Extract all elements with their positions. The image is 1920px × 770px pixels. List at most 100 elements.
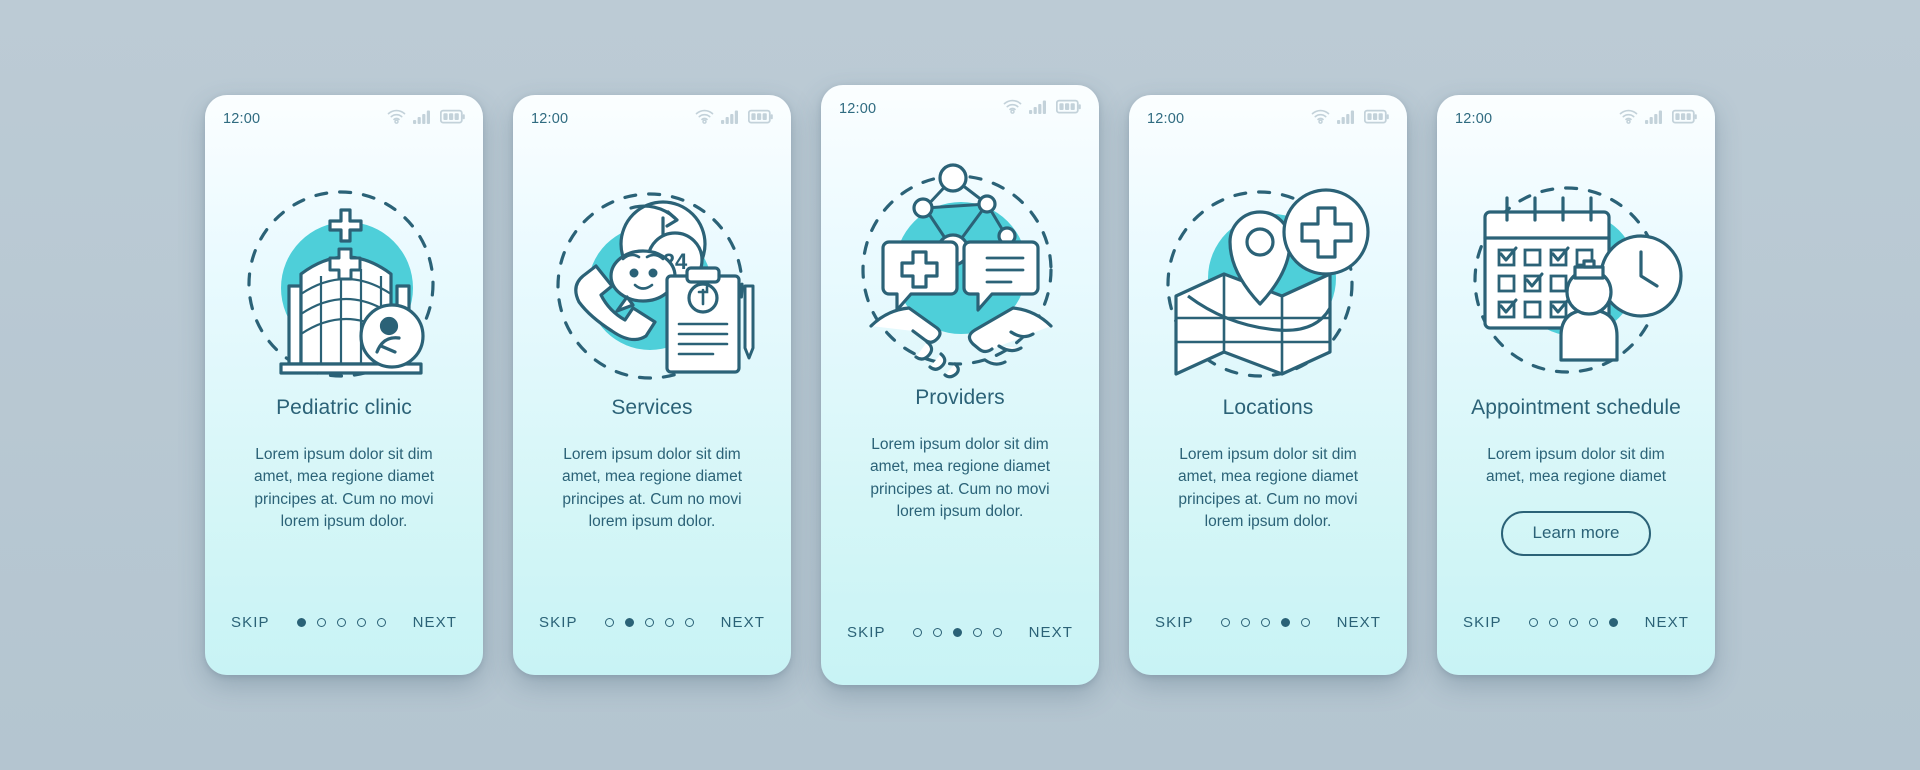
- status-clock: 12:00: [531, 111, 569, 127]
- pagination-dot[interactable]: [624, 618, 634, 627]
- pagination-dot[interactable]: [1588, 618, 1598, 627]
- pagination-dot[interactable]: [1608, 618, 1618, 627]
- wifi-icon: [387, 109, 406, 129]
- status-system-icons: [1003, 99, 1081, 119]
- signal-bars-icon: [721, 109, 741, 129]
- screen-footer: SKIP NEXT: [205, 614, 483, 631]
- onboarding-screen-providers: 12:00 Providers Lorem ipsum dolor sit di…: [821, 85, 1099, 685]
- screen-footer: SKIP NEXT: [1129, 614, 1407, 631]
- screen-title: Locations: [1222, 396, 1314, 419]
- pagination-dot[interactable]: [376, 618, 386, 627]
- status-system-icons: [1619, 109, 1697, 129]
- learn-more-button[interactable]: Learn more: [1500, 510, 1652, 556]
- status-bar: 12:00: [821, 85, 1099, 133]
- pagination-dot[interactable]: [1300, 618, 1310, 627]
- pagination-dot[interactable]: [1548, 618, 1558, 627]
- screen-footer: SKIP NEXT: [1437, 614, 1715, 631]
- onboarding-screen-services: 12:00 24 Services Lorem ipsum dolor sit …: [513, 95, 791, 675]
- wifi-icon: [695, 109, 714, 129]
- status-bar: 12:00: [1129, 95, 1407, 143]
- onboarding-screen-pediatric-clinic: 12:00 Pediatric clinic Lorem ipsum dolor…: [205, 95, 483, 675]
- screen-description: Lorem ipsum dolor sit dim amet, mea regi…: [561, 445, 743, 531]
- pagination-dot[interactable]: [604, 618, 614, 627]
- pagination-dots: [912, 628, 1002, 637]
- pagination-dot[interactable]: [1260, 618, 1270, 627]
- onboarding-screen-appointment-schedule: 12:00 Appointment schedule Lorem ipsum d…: [1437, 95, 1715, 675]
- pagination-dot[interactable]: [912, 628, 922, 637]
- status-system-icons: [695, 109, 773, 129]
- pagination-dot[interactable]: [1280, 618, 1290, 627]
- signal-bars-icon: [1645, 109, 1665, 129]
- status-clock: 12:00: [1147, 111, 1185, 127]
- pagination-dot[interactable]: [316, 618, 326, 627]
- next-button[interactable]: NEXT: [721, 614, 765, 631]
- screen-text-block: Services Lorem ipsum dolor sit dim amet,…: [513, 395, 791, 534]
- screen-footer: SKIP NEXT: [513, 614, 791, 631]
- next-button[interactable]: NEXT: [1029, 624, 1073, 641]
- skip-button[interactable]: SKIP: [847, 624, 886, 641]
- signal-bars-icon: [1337, 109, 1357, 129]
- status-clock: 12:00: [839, 101, 877, 117]
- hospital-building-icon: [205, 143, 483, 403]
- pagination-dot[interactable]: [992, 628, 1002, 637]
- battery-icon: [747, 109, 773, 129]
- pagination-dots: [604, 618, 694, 627]
- status-bar: 12:00: [1437, 95, 1715, 143]
- pagination-dot[interactable]: [1568, 618, 1578, 627]
- screen-description: Lorem ipsum dolor sit dim amet, mea regi…: [1485, 445, 1667, 486]
- screen-text-block: Locations Lorem ipsum dolor sit dim amet…: [1129, 395, 1407, 534]
- battery-icon: [1363, 109, 1389, 129]
- next-button[interactable]: NEXT: [1645, 614, 1689, 631]
- battery-icon: [439, 109, 465, 129]
- pagination-dot[interactable]: [684, 618, 694, 627]
- status-clock: 12:00: [223, 111, 261, 127]
- onboarding-screen-locations: 12:00 Locations Lorem ipsum dolor sit di…: [1129, 95, 1407, 675]
- screen-description: Lorem ipsum dolor sit dim amet, mea regi…: [253, 445, 435, 531]
- signal-bars-icon: [1029, 99, 1049, 119]
- pagination-dot[interactable]: [356, 618, 366, 627]
- status-system-icons: [387, 109, 465, 129]
- screen-title: Providers: [915, 386, 1005, 409]
- status-system-icons: [1311, 109, 1389, 129]
- status-bar: 12:00: [205, 95, 483, 143]
- next-button[interactable]: NEXT: [413, 614, 457, 631]
- status-clock: 12:00: [1455, 111, 1493, 127]
- map-pin-cross-icon: [1129, 143, 1407, 403]
- pagination-dot[interactable]: [1240, 618, 1250, 627]
- screen-footer: SKIP NEXT: [821, 624, 1099, 641]
- screen-title: Services: [611, 396, 693, 419]
- pagination-dot[interactable]: [644, 618, 654, 627]
- battery-icon: [1055, 99, 1081, 119]
- pagination-dots: [296, 618, 386, 627]
- pagination-dots: [1528, 618, 1618, 627]
- screen-description: Lorem ipsum dolor sit dim amet, mea regi…: [869, 435, 1051, 521]
- pagination-dot[interactable]: [1220, 618, 1230, 627]
- wifi-icon: [1619, 109, 1638, 129]
- pagination-dot[interactable]: [336, 618, 346, 627]
- pagination-dot[interactable]: [1528, 618, 1538, 627]
- status-bar: 12:00: [513, 95, 791, 143]
- battery-icon: [1671, 109, 1697, 129]
- screen-text-block: Pediatric clinic Lorem ipsum dolor sit d…: [205, 395, 483, 534]
- skip-button[interactable]: SKIP: [231, 614, 270, 631]
- screen-title: Pediatric clinic: [276, 396, 412, 419]
- pagination-dot[interactable]: [952, 628, 962, 637]
- pagination-dot[interactable]: [972, 628, 982, 637]
- onboarding-screens-stage: 12:00 Pediatric clinic Lorem ipsum dolor…: [0, 0, 1920, 770]
- wifi-icon: [1003, 99, 1022, 119]
- signal-bars-icon: [413, 109, 433, 129]
- pagination-dot[interactable]: [932, 628, 942, 637]
- pagination-dot[interactable]: [296, 618, 306, 627]
- skip-button[interactable]: SKIP: [1155, 614, 1194, 631]
- screen-text-block: Providers Lorem ipsum dolor sit dim amet…: [821, 385, 1099, 524]
- pagination-dot[interactable]: [664, 618, 674, 627]
- skip-button[interactable]: SKIP: [1463, 614, 1502, 631]
- calendar-clock-doctor-icon: [1437, 143, 1715, 403]
- next-button[interactable]: NEXT: [1337, 614, 1381, 631]
- screen-title: Appointment schedule: [1471, 396, 1681, 419]
- skip-button[interactable]: SKIP: [539, 614, 578, 631]
- wifi-icon: [1311, 109, 1330, 129]
- screen-description: Lorem ipsum dolor sit dim amet, mea regi…: [1177, 445, 1359, 531]
- pagination-dots: [1220, 618, 1310, 627]
- handshake-network-icon: [821, 133, 1099, 393]
